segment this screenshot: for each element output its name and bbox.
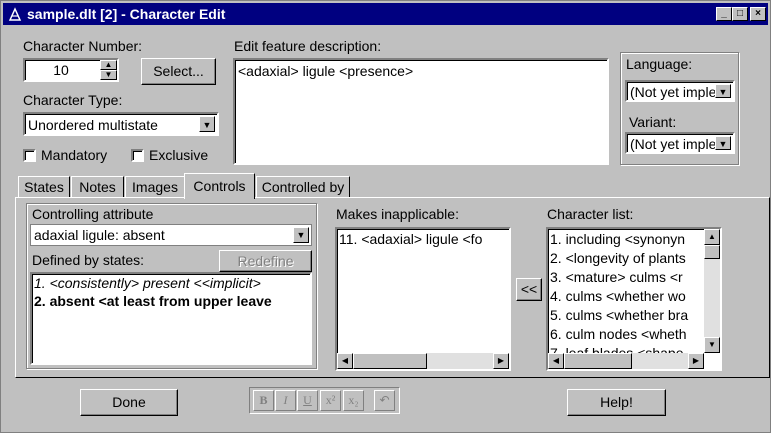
italic-button[interactable]: I [275, 390, 296, 411]
chevron-down-icon[interactable]: ▼ [715, 136, 731, 150]
variant-label: Variant: [629, 114, 677, 130]
superscript-button[interactable]: x² [320, 390, 341, 411]
title-bar[interactable]: sample.dlt [2] - Character Edit _ □ × [3, 3, 768, 25]
defined-states-list[interactable]: 1. <consistently> present <<implicit> 2.… [30, 272, 312, 365]
scroll-thumb[interactable] [353, 353, 427, 369]
close-icon: × [755, 8, 761, 19]
language-value: (Not yet imple [630, 84, 717, 100]
list-item[interactable]: 4. culms <whether wo [550, 288, 686, 304]
character-number-input[interactable]: 10 ▲ ▼ [23, 58, 119, 82]
character-number-value: 10 [53, 62, 69, 78]
language-select[interactable]: (Not yet imple ▼ [625, 80, 735, 102]
minimize-icon: _ [721, 8, 727, 19]
feature-description-textarea[interactable]: <adaxial> ligule <presence> [233, 58, 609, 165]
tab-controlled-by[interactable]: Controlled by [256, 176, 350, 198]
horizontal-scrollbar[interactable]: ◀ ▶ [337, 353, 509, 369]
list-item[interactable]: 6. culm nodes <wheth [550, 326, 687, 342]
list-item[interactable]: 3. <mature> culms <r [550, 269, 683, 285]
scroll-down-icon[interactable]: ▼ [704, 337, 720, 353]
close-button[interactable]: × [750, 7, 766, 21]
character-type-value: Unordered multistate [28, 117, 158, 133]
minimize-button[interactable]: _ [716, 7, 732, 21]
list-item[interactable]: 2. absent <at least from upper leave [34, 293, 272, 309]
character-number-label: Character Number: [23, 38, 143, 54]
move-to-inapplicable-button[interactable]: << [516, 278, 542, 301]
variant-value: (Not yet imple [630, 136, 717, 152]
tab-states[interactable]: States [18, 176, 70, 198]
language-label: Language: [626, 56, 693, 72]
controlling-attribute-label: Controlling attribute [32, 206, 154, 222]
app-icon [8, 7, 22, 21]
list-item[interactable]: 5. culms <whether bra [550, 307, 688, 323]
spin-up-button[interactable]: ▲ [100, 60, 117, 70]
tab-images[interactable]: Images [125, 176, 185, 198]
help-button[interactable]: Help! [567, 389, 666, 416]
list-item[interactable]: 1. including <synonyn [550, 231, 685, 247]
list-item[interactable]: 2. <longevity of plants [550, 250, 686, 266]
chevron-down-icon[interactable]: ▼ [715, 84, 731, 98]
list-item[interactable]: 1. <consistently> present <<implicit> [34, 275, 261, 291]
character-edit-window: sample.dlt [2] - Character Edit _ □ × Ch… [0, 0, 771, 433]
done-button[interactable]: Done [80, 389, 178, 416]
spin-down-button[interactable]: ▼ [100, 70, 117, 80]
scroll-thumb[interactable] [564, 353, 632, 369]
mandatory-checkbox[interactable] [23, 149, 36, 162]
maximize-icon: □ [736, 8, 744, 19]
maximize-button[interactable]: □ [732, 7, 748, 21]
vertical-scrollbar[interactable]: ▲ ▼ [704, 229, 720, 353]
mandatory-label: Mandatory [41, 147, 108, 163]
controlling-attribute-value: adaxial ligule: absent [34, 227, 165, 243]
scroll-left-icon[interactable]: ◀ [337, 353, 353, 369]
redefine-button[interactable]: Redefine [219, 250, 312, 272]
chevron-down-icon[interactable]: ▼ [293, 227, 309, 243]
character-list[interactable]: 1. including <synonyn 2. <longevity of p… [546, 227, 722, 371]
variant-select[interactable]: (Not yet imple ▼ [625, 132, 735, 154]
exclusive-checkbox[interactable] [131, 149, 144, 162]
scroll-right-icon[interactable]: ▶ [493, 353, 509, 369]
undo-button[interactable]: ↶ [374, 390, 395, 411]
character-list-label: Character list: [547, 206, 634, 222]
controlling-attribute-select[interactable]: adaxial ligule: absent ▼ [30, 224, 312, 246]
subscript-button[interactable]: x₂ [343, 390, 364, 411]
list-item[interactable]: 11. <adaxial> ligule <fo [339, 231, 482, 247]
character-type-label: Character Type: [23, 92, 123, 108]
chevron-down-icon[interactable]: ▼ [199, 116, 215, 132]
underline-button[interactable]: U [297, 390, 318, 411]
makes-inapplicable-label: Makes inapplicable: [336, 206, 459, 222]
window-title: sample.dlt [2] - Character Edit [27, 6, 226, 22]
select-button[interactable]: Select... [141, 58, 216, 85]
makes-inapplicable-list[interactable]: 11. <adaxial> ligule <fo ◀ ▶ [335, 227, 511, 371]
character-type-select[interactable]: Unordered multistate ▼ [23, 112, 219, 136]
horizontal-scrollbar[interactable]: ◀ ▶ [548, 353, 704, 369]
scroll-thumb[interactable] [704, 245, 720, 259]
tab-notes[interactable]: Notes [71, 176, 124, 198]
scroll-up-icon[interactable]: ▲ [704, 229, 720, 245]
feature-description-label: Edit feature description: [234, 38, 382, 54]
tab-controls[interactable]: Controls [184, 173, 255, 199]
feature-description-value: <adaxial> ligule <presence> [238, 63, 414, 79]
exclusive-label: Exclusive [149, 147, 209, 163]
scroll-right-icon[interactable]: ▶ [688, 353, 704, 369]
defined-by-states-label: Defined by states: [32, 252, 145, 268]
scroll-left-icon[interactable]: ◀ [548, 353, 564, 369]
bold-button[interactable]: B [253, 390, 274, 411]
